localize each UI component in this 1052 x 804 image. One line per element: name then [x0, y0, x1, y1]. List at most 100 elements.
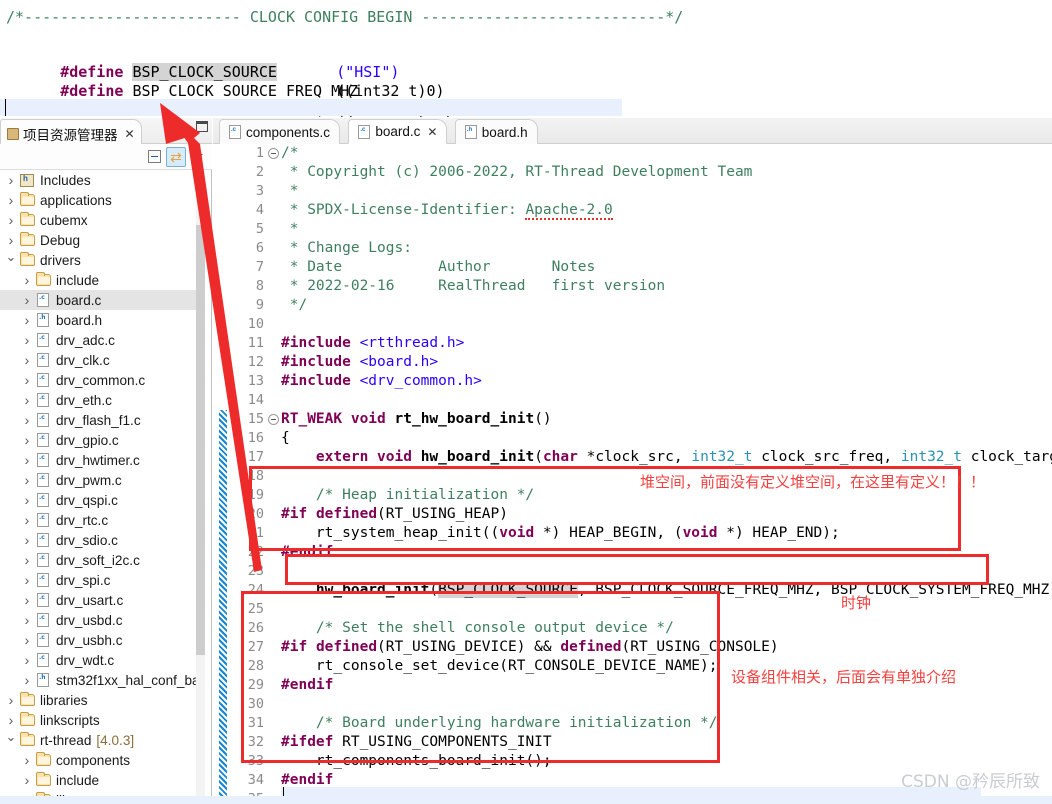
- tree-item-label: drv_wdt.c: [56, 653, 114, 668]
- chevron-right-icon[interactable]: [20, 392, 34, 408]
- editor-tab-label: board.c: [375, 124, 420, 139]
- tree-item[interactable]: .cdrv_rtc.c: [0, 510, 197, 530]
- c-file-icon: .c: [34, 613, 52, 627]
- fold-toggle-icon[interactable]: [268, 414, 279, 425]
- tree-item[interactable]: libraries: [0, 690, 197, 710]
- chevron-right-icon[interactable]: [20, 432, 34, 448]
- tree-item[interactable]: .cdrv_usbh.c: [0, 630, 197, 650]
- tree-item-label: drv_common.c: [56, 373, 145, 388]
- tree-item[interactable]: Debug: [0, 230, 197, 250]
- chevron-right-icon[interactable]: [20, 592, 34, 608]
- top-code-strip[interactable]: /*------------------------ CLOCK CONFIG …: [0, 0, 1052, 118]
- c-file-icon: .c: [34, 533, 52, 547]
- chevron-right-icon[interactable]: [20, 472, 34, 488]
- tree-item[interactable]: .cdrv_hwtimer.c: [0, 450, 197, 470]
- chevron-right-icon[interactable]: [20, 672, 34, 688]
- chevron-right-icon[interactable]: [4, 712, 18, 728]
- close-icon[interactable]: ✕: [125, 127, 135, 141]
- chevron-right-icon[interactable]: [20, 352, 34, 368]
- tree-item[interactable]: include: [0, 770, 197, 790]
- chevron-down-icon[interactable]: [4, 732, 18, 748]
- scroll-up-icon[interactable]: ▲: [196, 170, 205, 183]
- tree-item[interactable]: components: [0, 750, 197, 770]
- project-explorer-panel[interactable]: 项目资源管理器 ✕ ⇄ IncludesapplicationscubemxDe…: [0, 118, 212, 804]
- tree-item[interactable]: .cdrv_sdio.c: [0, 530, 197, 550]
- tree-item[interactable]: applications: [0, 190, 197, 210]
- tree-item[interactable]: .cboard.c: [0, 290, 197, 310]
- project-tree[interactable]: IncludesapplicationscubemxDebugdriversin…: [0, 170, 197, 804]
- line-number: 17: [227, 448, 267, 467]
- code-line: * SPDX-License-Identifier: Apache-2.0: [281, 201, 1052, 220]
- chevron-right-icon[interactable]: [4, 232, 18, 248]
- chevron-right-icon[interactable]: [20, 452, 34, 468]
- chevron-right-icon[interactable]: [20, 292, 34, 308]
- editor-tab-board-c[interactable]: .cboard.c✕: [348, 119, 447, 144]
- tree-item[interactable]: .cdrv_usbd.c: [0, 610, 197, 630]
- chevron-right-icon[interactable]: [20, 552, 34, 568]
- chevron-right-icon[interactable]: [20, 532, 34, 548]
- chevron-right-icon[interactable]: [20, 332, 34, 348]
- chevron-right-icon[interactable]: [20, 272, 34, 288]
- code-folding-column[interactable]: [268, 144, 280, 804]
- chevron-right-icon[interactable]: [20, 632, 34, 648]
- tree-item[interactable]: .hstm32f1xx_hal_conf_ba: [0, 670, 197, 690]
- chevron-right-icon[interactable]: [20, 412, 34, 428]
- code-editor[interactable]: .ccomponents.c.cboard.c✕.hboard.h 123456…: [213, 118, 1052, 804]
- minimize-icon[interactable]: [176, 122, 188, 132]
- panel-window-controls[interactable]: [176, 121, 208, 132]
- link-with-editor-icon[interactable]: ⇄: [166, 147, 186, 167]
- maximize-icon[interactable]: [196, 121, 208, 132]
- tree-item[interactable]: .cdrv_common.c: [0, 370, 197, 390]
- tree-item[interactable]: .cdrv_soft_i2c.c: [0, 550, 197, 570]
- tree-item[interactable]: include: [0, 270, 197, 290]
- chevron-right-icon[interactable]: [20, 572, 34, 588]
- tree-item[interactable]: rt-thread[4.0.3]: [0, 730, 197, 750]
- code-line: */: [281, 296, 1052, 315]
- tree-item[interactable]: .cdrv_qspi.c: [0, 490, 197, 510]
- chevron-right-icon[interactable]: [4, 212, 18, 228]
- chevron-right-icon[interactable]: [20, 492, 34, 508]
- tree-item[interactable]: .cdrv_wdt.c: [0, 650, 197, 670]
- tree-item[interactable]: .cdrv_usart.c: [0, 590, 197, 610]
- chevron-right-icon[interactable]: [4, 192, 18, 208]
- tree-item[interactable]: .cdrv_pwm.c: [0, 470, 197, 490]
- tree-item[interactable]: .cdrv_clk.c: [0, 350, 197, 370]
- tree-item[interactable]: .cdrv_eth.c: [0, 390, 197, 410]
- tree-item[interactable]: .hboard.h: [0, 310, 197, 330]
- close-icon[interactable]: ✕: [427, 125, 437, 139]
- project-explorer-toolbar[interactable]: ⇄: [0, 144, 212, 170]
- line-number: 34: [227, 771, 267, 790]
- chevron-right-icon[interactable]: [20, 512, 34, 528]
- view-menu-icon[interactable]: [188, 147, 208, 167]
- editor-tabbar[interactable]: .ccomponents.c.cboard.c✕.hboard.h: [213, 118, 1052, 144]
- scrollbar-thumb[interactable]: [196, 225, 205, 655]
- chevron-right-icon[interactable]: [4, 692, 18, 708]
- tree-item[interactable]: .cdrv_gpio.c: [0, 430, 197, 450]
- top-current-line-highlight: [0, 99, 622, 116]
- fold-toggle-icon[interactable]: [268, 148, 279, 159]
- tree-item[interactable]: drivers: [0, 250, 197, 270]
- project-explorer-tab[interactable]: 项目资源管理器 ✕: [0, 119, 142, 144]
- chevron-right-icon[interactable]: [20, 372, 34, 388]
- tree-item[interactable]: Includes: [0, 170, 197, 190]
- line-number: 4: [227, 201, 267, 220]
- chevron-right-icon[interactable]: [20, 612, 34, 628]
- tree-item[interactable]: linkscripts: [0, 710, 197, 730]
- tree-item[interactable]: cubemx: [0, 210, 197, 230]
- collapse-all-icon[interactable]: [144, 147, 164, 167]
- line-number: 30: [227, 695, 267, 714]
- editor-tab-board-h[interactable]: .hboard.h: [455, 119, 538, 144]
- tree-item[interactable]: .cdrv_flash_f1.c: [0, 410, 197, 430]
- chevron-right-icon[interactable]: [20, 652, 34, 668]
- chevron-right-icon[interactable]: [4, 172, 18, 188]
- project-tree-scrollbar[interactable]: ▲: [196, 170, 205, 804]
- tree-item[interactable]: .cdrv_adc.c: [0, 330, 197, 350]
- chevron-down-icon[interactable]: [4, 252, 18, 268]
- code-line: RT_WEAK void rt_hw_board_init(): [281, 410, 1052, 429]
- editor-tab-components-c[interactable]: .ccomponents.c: [219, 119, 340, 144]
- tree-item-label: stm32f1xx_hal_conf_ba: [56, 673, 197, 688]
- tree-item[interactable]: .cdrv_spi.c: [0, 570, 197, 590]
- chevron-right-icon[interactable]: [20, 312, 34, 328]
- chevron-right-icon[interactable]: [20, 772, 34, 788]
- chevron-right-icon[interactable]: [20, 752, 34, 768]
